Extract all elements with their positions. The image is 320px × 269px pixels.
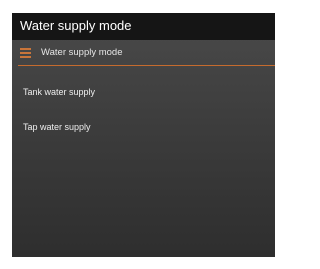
header-divider — [18, 65, 275, 66]
dialog-header: Water supply mode — [12, 40, 275, 68]
option-tank-water-supply[interactable]: Tank water supply — [12, 80, 275, 106]
option-label: Tank water supply — [23, 87, 96, 97]
hamburger-menu-icon[interactable] — [20, 48, 31, 58]
dialog-header-label: Water supply mode — [41, 47, 123, 58]
screen: Water supply mode Water supply mode Tank… — [0, 0, 275, 269]
option-label: Tap water supply — [23, 122, 91, 132]
page-title: Water supply mode — [20, 18, 132, 33]
app-panel: Water supply mode Water supply mode Tank… — [12, 13, 275, 257]
option-tap-water-supply[interactable]: Tap water supply — [12, 115, 275, 141]
title-bar: Water supply mode — [12, 13, 275, 40]
